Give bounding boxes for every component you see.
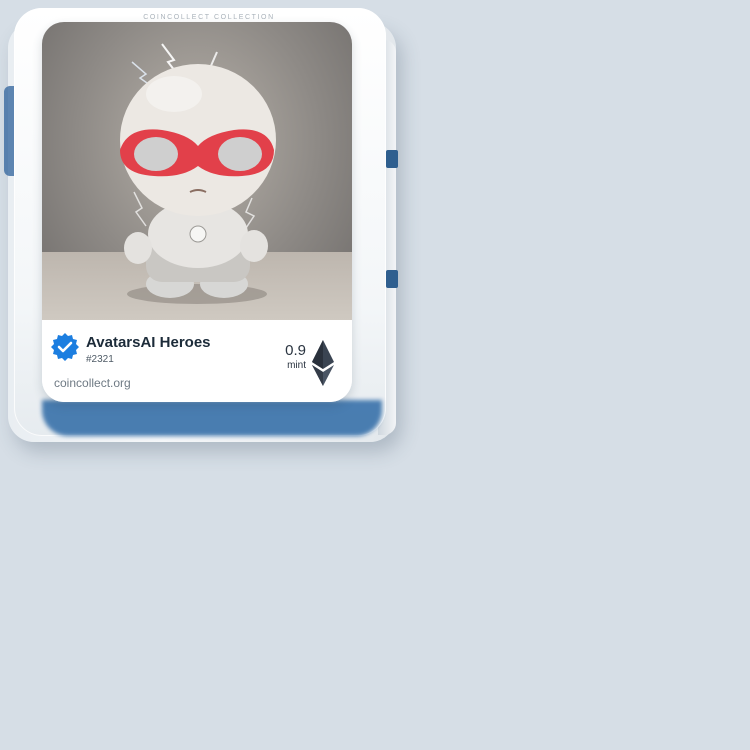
nft-token-id: #2321 xyxy=(86,354,114,365)
nft-card[interactable]: COINCOLLECT COLLECTION AvatarsAI Heroes … xyxy=(14,8,386,436)
nft-artwork[interactable] xyxy=(42,22,352,320)
verified-badge-icon xyxy=(51,333,79,361)
card-side-accent-left xyxy=(4,86,14,176)
card-side-notch-bottom xyxy=(386,270,398,288)
nft-title: AvatarsAI Heroes xyxy=(86,334,211,351)
card-bottom-accent xyxy=(42,400,382,436)
card-side-notch-top xyxy=(386,150,398,168)
hero-character-illustration xyxy=(120,43,276,304)
collection-label: COINCOLLECT COLLECTION xyxy=(143,14,275,21)
nft-card-scene: COINCOLLECT COLLECTION AvatarsAI Heroes … xyxy=(0,0,750,750)
card-inner: AvatarsAI Heroes #2321 coincollect.org 0… xyxy=(42,22,352,402)
mint-label: mint xyxy=(287,360,306,371)
ethereum-icon xyxy=(312,340,334,386)
mint-price: 0.9 xyxy=(285,342,306,359)
site-link[interactable]: coincollect.org xyxy=(54,376,131,390)
nft-info-panel: AvatarsAI Heroes #2321 coincollect.org 0… xyxy=(42,320,352,402)
